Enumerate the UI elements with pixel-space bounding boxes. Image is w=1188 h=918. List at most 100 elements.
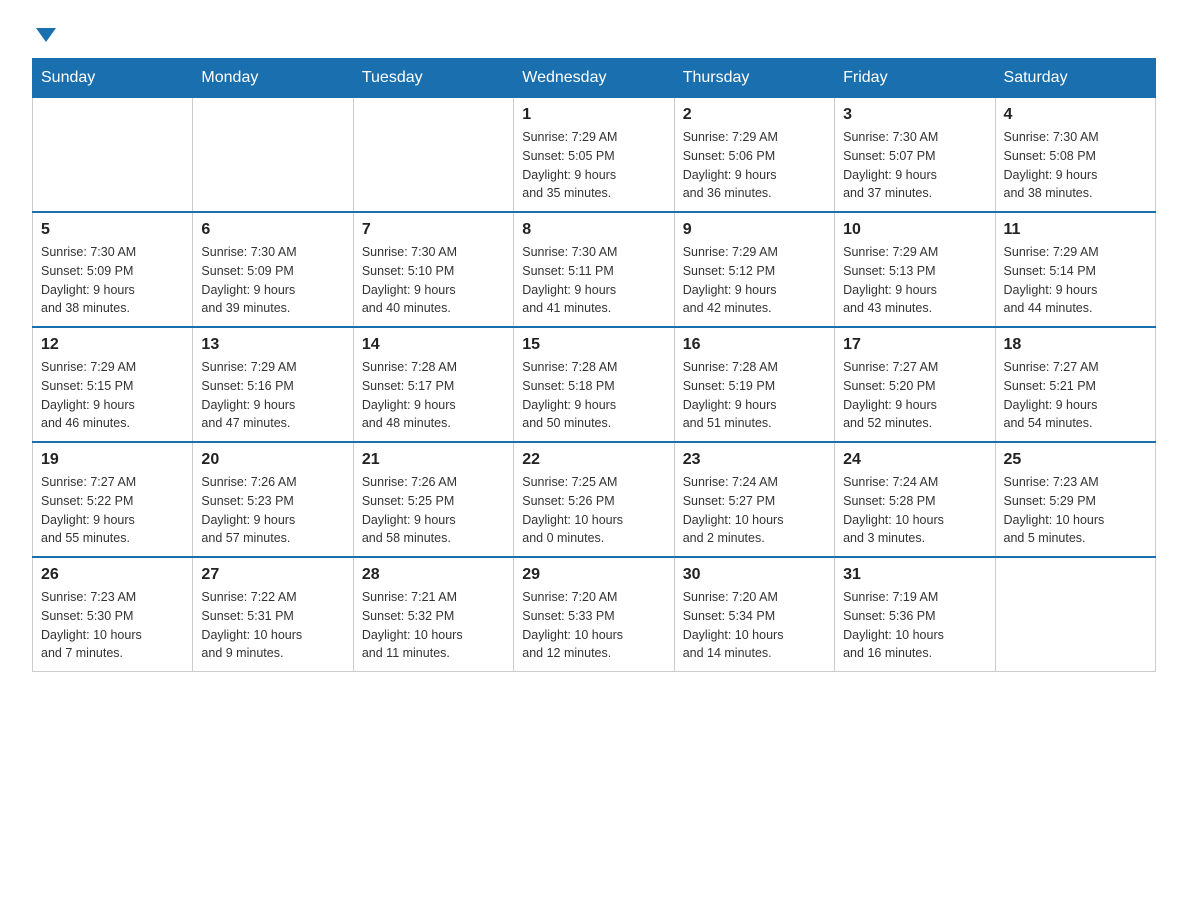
day-info: Sunrise: 7:28 AM Sunset: 5:17 PM Dayligh… [362, 358, 505, 433]
day-number: 3 [843, 106, 986, 124]
weekday-header-friday: Friday [835, 59, 995, 98]
weekday-header-sunday: Sunday [33, 59, 193, 98]
day-info: Sunrise: 7:20 AM Sunset: 5:34 PM Dayligh… [683, 588, 826, 663]
calendar-cell: 4 Sunrise: 7:30 AM Sunset: 5:08 PM Daylig… [995, 98, 1155, 213]
weekday-header-wednesday: Wednesday [514, 59, 674, 98]
calendar-week-row: 1 Sunrise: 7:29 AM Sunset: 5:05 PM Daylig… [33, 98, 1156, 213]
calendar-table: SundayMondayTuesdayWednesdayThursdayFrid… [32, 58, 1156, 672]
calendar-cell: 7 Sunrise: 7:30 AM Sunset: 5:10 PM Daylig… [353, 212, 513, 327]
day-number: 4 [1004, 106, 1147, 124]
calendar-cell: 19 Sunrise: 7:27 AM Sunset: 5:22 PM Dayli… [33, 442, 193, 557]
day-info: Sunrise: 7:22 AM Sunset: 5:31 PM Dayligh… [201, 588, 344, 663]
calendar-cell [193, 98, 353, 213]
calendar-cell: 31 Sunrise: 7:19 AM Sunset: 5:36 PM Dayli… [835, 557, 995, 672]
day-number: 12 [41, 336, 184, 354]
day-info: Sunrise: 7:27 AM Sunset: 5:20 PM Dayligh… [843, 358, 986, 433]
day-number: 2 [683, 106, 826, 124]
calendar-cell: 25Sunrise: 7:23 AM Sunset: 5:29 PM Dayli… [995, 442, 1155, 557]
day-number: 14 [362, 336, 505, 354]
calendar-cell: 1 Sunrise: 7:29 AM Sunset: 5:05 PM Daylig… [514, 98, 674, 213]
day-number: 28 [362, 566, 505, 584]
calendar-cell: 29 Sunrise: 7:20 AM Sunset: 5:33 PM Dayli… [514, 557, 674, 672]
day-number: 22 [522, 451, 665, 469]
day-info: Sunrise: 7:30 AM Sunset: 5:09 PM Dayligh… [41, 243, 184, 318]
day-number: 10 [843, 221, 986, 239]
day-number: 30 [683, 566, 826, 584]
weekday-header-thursday: Thursday [674, 59, 834, 98]
calendar-cell: 20 Sunrise: 7:26 AM Sunset: 5:23 PM Dayli… [193, 442, 353, 557]
day-number: 5 [41, 221, 184, 239]
day-number: 25 [1004, 451, 1147, 469]
day-number: 16 [683, 336, 826, 354]
calendar-week-row: 5 Sunrise: 7:30 AM Sunset: 5:09 PM Daylig… [33, 212, 1156, 327]
calendar-week-row: 12 Sunrise: 7:29 AM Sunset: 5:15 PM Dayli… [33, 327, 1156, 442]
day-info: Sunrise: 7:23 AM Sunset: 5:30 PM Dayligh… [41, 588, 184, 663]
day-number: 15 [522, 336, 665, 354]
calendar-cell: 23 Sunrise: 7:24 AM Sunset: 5:27 PM Dayli… [674, 442, 834, 557]
logo-arrow-icon [36, 28, 56, 42]
day-number: 17 [843, 336, 986, 354]
calendar-cell: 13 Sunrise: 7:29 AM Sunset: 5:16 PM Dayli… [193, 327, 353, 442]
weekday-header-row: SundayMondayTuesdayWednesdayThursdayFrid… [33, 59, 1156, 98]
day-number: 31 [843, 566, 986, 584]
day-info: Sunrise: 7:20 AM Sunset: 5:33 PM Dayligh… [522, 588, 665, 663]
calendar-cell: 24 Sunrise: 7:24 AM Sunset: 5:28 PM Dayli… [835, 442, 995, 557]
day-info: Sunrise: 7:24 AM Sunset: 5:28 PM Dayligh… [843, 473, 986, 548]
day-info: Sunrise: 7:29 AM Sunset: 5:05 PM Dayligh… [522, 128, 665, 203]
day-info: Sunrise: 7:30 AM Sunset: 5:11 PM Dayligh… [522, 243, 665, 318]
calendar-cell: 30 Sunrise: 7:20 AM Sunset: 5:34 PM Dayli… [674, 557, 834, 672]
day-number: 19 [41, 451, 184, 469]
calendar-cell: 9Sunrise: 7:29 AM Sunset: 5:12 PM Daylig… [674, 212, 834, 327]
day-number: 24 [843, 451, 986, 469]
day-number: 13 [201, 336, 344, 354]
day-info: Sunrise: 7:26 AM Sunset: 5:23 PM Dayligh… [201, 473, 344, 548]
day-info: Sunrise: 7:30 AM Sunset: 5:09 PM Dayligh… [201, 243, 344, 318]
calendar-cell: 3Sunrise: 7:30 AM Sunset: 5:07 PM Daylig… [835, 98, 995, 213]
day-number: 1 [522, 106, 665, 124]
day-info: Sunrise: 7:30 AM Sunset: 5:10 PM Dayligh… [362, 243, 505, 318]
calendar-week-row: 19 Sunrise: 7:27 AM Sunset: 5:22 PM Dayli… [33, 442, 1156, 557]
day-number: 20 [201, 451, 344, 469]
calendar-cell: 12 Sunrise: 7:29 AM Sunset: 5:15 PM Dayli… [33, 327, 193, 442]
day-info: Sunrise: 7:29 AM Sunset: 5:06 PM Dayligh… [683, 128, 826, 203]
day-number: 21 [362, 451, 505, 469]
day-info: Sunrise: 7:27 AM Sunset: 5:21 PM Dayligh… [1004, 358, 1147, 433]
day-info: Sunrise: 7:24 AM Sunset: 5:27 PM Dayligh… [683, 473, 826, 548]
day-number: 7 [362, 221, 505, 239]
calendar-cell: 21Sunrise: 7:26 AM Sunset: 5:25 PM Dayli… [353, 442, 513, 557]
day-info: Sunrise: 7:29 AM Sunset: 5:16 PM Dayligh… [201, 358, 344, 433]
weekday-header-saturday: Saturday [995, 59, 1155, 98]
day-number: 18 [1004, 336, 1147, 354]
day-info: Sunrise: 7:28 AM Sunset: 5:18 PM Dayligh… [522, 358, 665, 433]
calendar-cell: 10 Sunrise: 7:29 AM Sunset: 5:13 PM Dayli… [835, 212, 995, 327]
calendar-week-row: 26Sunrise: 7:23 AM Sunset: 5:30 PM Dayli… [33, 557, 1156, 672]
day-info: Sunrise: 7:29 AM Sunset: 5:12 PM Dayligh… [683, 243, 826, 318]
day-number: 6 [201, 221, 344, 239]
calendar-cell [995, 557, 1155, 672]
day-info: Sunrise: 7:21 AM Sunset: 5:32 PM Dayligh… [362, 588, 505, 663]
day-info: Sunrise: 7:19 AM Sunset: 5:36 PM Dayligh… [843, 588, 986, 663]
day-number: 11 [1004, 221, 1147, 239]
calendar-cell: 28 Sunrise: 7:21 AM Sunset: 5:32 PM Dayli… [353, 557, 513, 672]
calendar-cell: 5 Sunrise: 7:30 AM Sunset: 5:09 PM Daylig… [33, 212, 193, 327]
day-info: Sunrise: 7:27 AM Sunset: 5:22 PM Dayligh… [41, 473, 184, 548]
page-header [32, 24, 1156, 42]
calendar-cell: 8 Sunrise: 7:30 AM Sunset: 5:11 PM Daylig… [514, 212, 674, 327]
calendar-cell: 18 Sunrise: 7:27 AM Sunset: 5:21 PM Dayli… [995, 327, 1155, 442]
day-info: Sunrise: 7:29 AM Sunset: 5:13 PM Dayligh… [843, 243, 986, 318]
calendar-cell: 14 Sunrise: 7:28 AM Sunset: 5:17 PM Dayli… [353, 327, 513, 442]
calendar-cell: 17 Sunrise: 7:27 AM Sunset: 5:20 PM Dayli… [835, 327, 995, 442]
day-number: 29 [522, 566, 665, 584]
weekday-header-monday: Monday [193, 59, 353, 98]
day-number: 8 [522, 221, 665, 239]
day-info: Sunrise: 7:29 AM Sunset: 5:15 PM Dayligh… [41, 358, 184, 433]
day-info: Sunrise: 7:28 AM Sunset: 5:19 PM Dayligh… [683, 358, 826, 433]
day-number: 23 [683, 451, 826, 469]
calendar-cell: 22Sunrise: 7:25 AM Sunset: 5:26 PM Dayli… [514, 442, 674, 557]
calendar-cell: 15 Sunrise: 7:28 AM Sunset: 5:18 PM Dayli… [514, 327, 674, 442]
day-number: 27 [201, 566, 344, 584]
logo [32, 24, 56, 42]
day-info: Sunrise: 7:30 AM Sunset: 5:08 PM Dayligh… [1004, 128, 1147, 203]
weekday-header-tuesday: Tuesday [353, 59, 513, 98]
calendar-cell: 16 Sunrise: 7:28 AM Sunset: 5:19 PM Dayli… [674, 327, 834, 442]
